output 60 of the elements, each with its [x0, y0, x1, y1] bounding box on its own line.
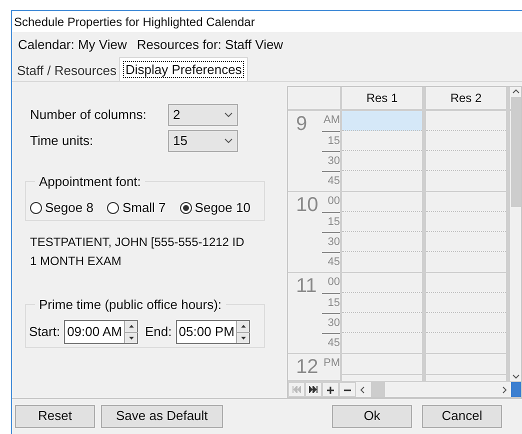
- start-time-field[interactable]: 09:00 AM: [64, 320, 138, 344]
- dialog-button[interactable]: Cancel: [422, 404, 502, 428]
- minute-label: 45: [322, 252, 340, 272]
- setting-label: Time units:: [30, 132, 94, 150]
- dropdown[interactable]: 2: [168, 104, 238, 126]
- hour-label: 12: [296, 355, 320, 380]
- vertical-scrollbar[interactable]: [511, 87, 521, 381]
- chevron-up-icon[interactable]: [512, 87, 520, 95]
- toolbar-button[interactable]: −: [339, 382, 356, 397]
- chevron-down-icon[interactable]: [512, 373, 520, 381]
- minute-label: 30: [322, 151, 340, 171]
- end-label: End:: [145, 322, 172, 341]
- preview-text: TESTPATIENT, JOHN [555-555-1212 ID: [30, 234, 246, 251]
- start-label: Start:: [29, 322, 60, 341]
- spin-buttons[interactable]: [236, 321, 250, 343]
- radio-label: Segoe 8: [45, 199, 94, 218]
- resize-corner: [511, 382, 521, 397]
- time-slot[interactable]: [342, 111, 422, 131]
- info-label: Calendar: My View: [18, 36, 127, 54]
- minute-label: PM: [322, 356, 340, 371]
- radio-label: Small 7: [122, 199, 166, 218]
- minute-label: 45: [322, 171, 340, 191]
- tab[interactable]: Staff / Resources: [14, 60, 120, 81]
- chevron-down-icon: [224, 138, 233, 144]
- radio-button[interactable]: [30, 202, 42, 214]
- preview-text: 1 MONTH EXAM: [30, 253, 122, 270]
- dialog-button[interactable]: Ok: [332, 404, 412, 428]
- minute-label: 15: [322, 131, 340, 151]
- dialog-button[interactable]: Save as Default: [101, 404, 223, 428]
- skip-back-icon: [292, 386, 301, 393]
- spin-buttons[interactable]: [124, 321, 138, 343]
- scroll-thumb[interactable]: [511, 97, 521, 207]
- scroll-thumb[interactable]: [371, 382, 385, 397]
- minute-label: 00: [326, 275, 340, 290]
- window-title: Schedule Properties for Highlighted Calendar: [14, 14, 255, 30]
- minute-label: AM: [322, 113, 340, 128]
- hour-label: 10: [296, 193, 320, 218]
- info-label: Resources for: Staff View: [136, 36, 284, 54]
- tab[interactable]: Display Preferences: [119, 57, 248, 81]
- minute-label: 00: [326, 194, 340, 209]
- radio-label: Segoe 10: [194, 199, 250, 218]
- last-page-button[interactable]: [305, 382, 322, 397]
- radio-button[interactable]: [107, 202, 120, 214]
- chevron-down-icon: [224, 112, 233, 118]
- minute-label: 45: [322, 333, 340, 353]
- minute-label: 30: [322, 232, 340, 252]
- chevron-right-icon[interactable]: [501, 386, 508, 394]
- end-time-field[interactable]: 05:00 PM: [176, 320, 250, 344]
- dialog-button[interactable]: Reset: [15, 404, 95, 428]
- chevron-left-icon[interactable]: [359, 386, 366, 394]
- minute-label: 30: [322, 313, 340, 333]
- dropdown[interactable]: 15: [168, 130, 238, 152]
- radio-button[interactable]: [180, 202, 192, 214]
- hour-label: 9: [296, 112, 308, 137]
- hour-label: 11: [296, 274, 318, 299]
- toolbar-button[interactable]: +: [322, 382, 339, 397]
- skip-forward-icon: [309, 386, 318, 393]
- setting-label: Number of columns:: [30, 106, 148, 124]
- minute-label: 15: [322, 212, 340, 232]
- minute-label: 15: [322, 293, 340, 313]
